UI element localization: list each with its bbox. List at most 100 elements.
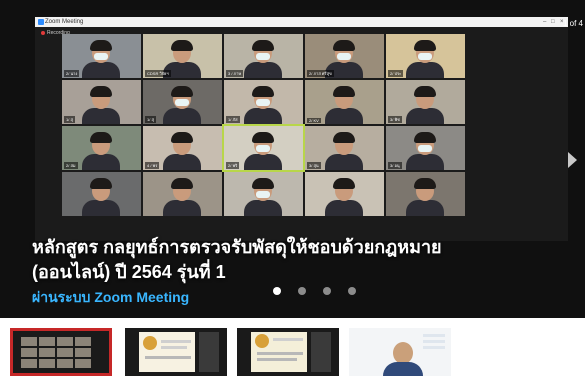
participant-tile: 3/ พิช xyxy=(386,80,465,124)
participant-name: 1/ สุ xyxy=(145,116,156,123)
participant-body xyxy=(163,108,201,124)
carousel-dot-2[interactable] xyxy=(298,287,306,295)
carousel-dot-1[interactable] xyxy=(273,287,281,295)
page-counter: 1 of 4 xyxy=(562,19,583,28)
participant-tile xyxy=(224,172,303,216)
participant-body xyxy=(244,62,282,78)
thumbnail-4[interactable] xyxy=(349,328,451,376)
participant-body xyxy=(325,200,363,216)
participant-tile: 2/ สม xyxy=(62,126,141,170)
participant-body xyxy=(82,154,120,170)
participant-hair xyxy=(252,178,274,189)
face-mask xyxy=(94,53,108,60)
participant-hair xyxy=(414,86,436,97)
participant-tile: 1/ สุ xyxy=(143,80,222,124)
participant-hair xyxy=(414,178,436,189)
participant-body xyxy=(325,154,363,170)
record-dot-icon xyxy=(41,30,45,35)
participant-hair xyxy=(90,86,112,97)
participant-body xyxy=(406,62,444,78)
thumbnail-strip xyxy=(0,318,585,376)
face-mask xyxy=(418,53,432,60)
seal-icon xyxy=(255,334,269,348)
participant-tile xyxy=(62,172,141,216)
participant-hair xyxy=(171,86,193,97)
thumbnail-2[interactable] xyxy=(125,328,227,376)
face-mask xyxy=(175,99,189,106)
participant-body xyxy=(163,154,201,170)
participant-hair xyxy=(252,86,274,97)
participant-body xyxy=(406,200,444,216)
zoom-window-title: Zoom Meeting xyxy=(45,19,84,25)
face-mask xyxy=(256,53,270,60)
participant-tile: 3/ สุน xyxy=(305,126,384,170)
participant-hair xyxy=(333,86,355,97)
participant-tile: 4 / พร xyxy=(143,126,222,170)
participant-tile xyxy=(305,172,384,216)
participant-body xyxy=(244,154,282,170)
participant-name: 3/ อนุ xyxy=(388,162,402,169)
participant-body xyxy=(325,108,363,124)
slideshow-stage: Zoom Meeting – □ × Recording 2/ นาง CDSR … xyxy=(0,0,585,318)
participant-tile: 2/ ประ xyxy=(386,34,465,78)
minimize-icon: – xyxy=(543,19,547,25)
caption-line-1: หลักสูตร กลยุทธ์การตรวจรับพัสดุให้ชอบด้ว… xyxy=(32,237,442,257)
participant-name: 4 / พร xyxy=(145,162,160,169)
face-mask xyxy=(256,99,270,106)
participant-tile: CDSR วิจัยฯ xyxy=(143,34,222,78)
participant-hair xyxy=(414,132,436,143)
participant-body xyxy=(244,108,282,124)
participant-name: 3/ พิช xyxy=(388,116,402,123)
participant-body xyxy=(82,108,120,124)
participant-name: 1/ ภัส xyxy=(226,116,240,123)
chevron-right-icon[interactable] xyxy=(568,152,577,168)
presenter-face xyxy=(393,342,413,364)
participant-hair xyxy=(171,132,193,143)
maximize-icon: □ xyxy=(551,19,555,25)
caption-line-2: (ออนไลน์) ปี 2564 รุ่นที่ 1 xyxy=(32,262,226,282)
participant-hair xyxy=(333,40,355,51)
participant-hair xyxy=(90,132,112,143)
participant-hair xyxy=(90,178,112,189)
face-mask xyxy=(256,191,270,198)
thumbnail-3[interactable] xyxy=(237,328,339,376)
participant-hair xyxy=(252,40,274,51)
participant-body xyxy=(244,200,282,216)
face-mask xyxy=(418,145,432,152)
participant-body xyxy=(406,108,444,124)
participant-hair xyxy=(90,40,112,51)
participant-name: 2/ KV xyxy=(307,118,321,123)
zoom-titlebar: Zoom Meeting – □ × xyxy=(35,17,568,27)
participant-tile: 3 / ภาษ xyxy=(224,34,303,78)
participant-hair xyxy=(414,40,436,51)
participant-body xyxy=(82,62,120,78)
participant-hair xyxy=(333,178,355,189)
participant-name: 2/ ภาส ศรีสุข xyxy=(307,70,334,77)
thumbnail-sidebar xyxy=(199,332,219,372)
participant-name: 1/ สุ xyxy=(64,116,75,123)
participant-name: 3 / ภาษ xyxy=(226,70,244,77)
participant-tile: 2/ นาง xyxy=(62,34,141,78)
participant-tile xyxy=(143,172,222,216)
participant-hair xyxy=(171,40,193,51)
participant-hair xyxy=(333,132,355,143)
caption-subtitle: ผ่านระบบ Zoom Meeting xyxy=(32,289,190,305)
participant-tile: 2/ KV xyxy=(305,80,384,124)
participant-tile: 3/ อนุ xyxy=(386,126,465,170)
participant-name: 3/ สุน xyxy=(307,162,321,169)
participant-name: 2/ ประ xyxy=(388,70,404,77)
carousel-dot-4[interactable] xyxy=(348,287,356,295)
thumbnail-1[interactable] xyxy=(10,328,112,376)
participant-hair xyxy=(252,132,274,143)
thumbnail-sidebar xyxy=(311,332,331,372)
carousel-dot-3[interactable] xyxy=(323,287,331,295)
participant-name: CDSR วิจัยฯ xyxy=(145,70,171,77)
seal-icon xyxy=(143,336,157,350)
slide-caption: หลักสูตร กลยุทธ์การตรวจรับพัสดุให้ชอบด้ว… xyxy=(32,235,442,285)
participant-tile: 1/ ภัส xyxy=(224,80,303,124)
participant-hair xyxy=(171,178,193,189)
zoom-logo-icon xyxy=(38,19,44,25)
face-mask xyxy=(337,53,351,60)
participant-tile: 2/ พริ xyxy=(222,124,305,172)
presenter-body xyxy=(383,362,423,376)
